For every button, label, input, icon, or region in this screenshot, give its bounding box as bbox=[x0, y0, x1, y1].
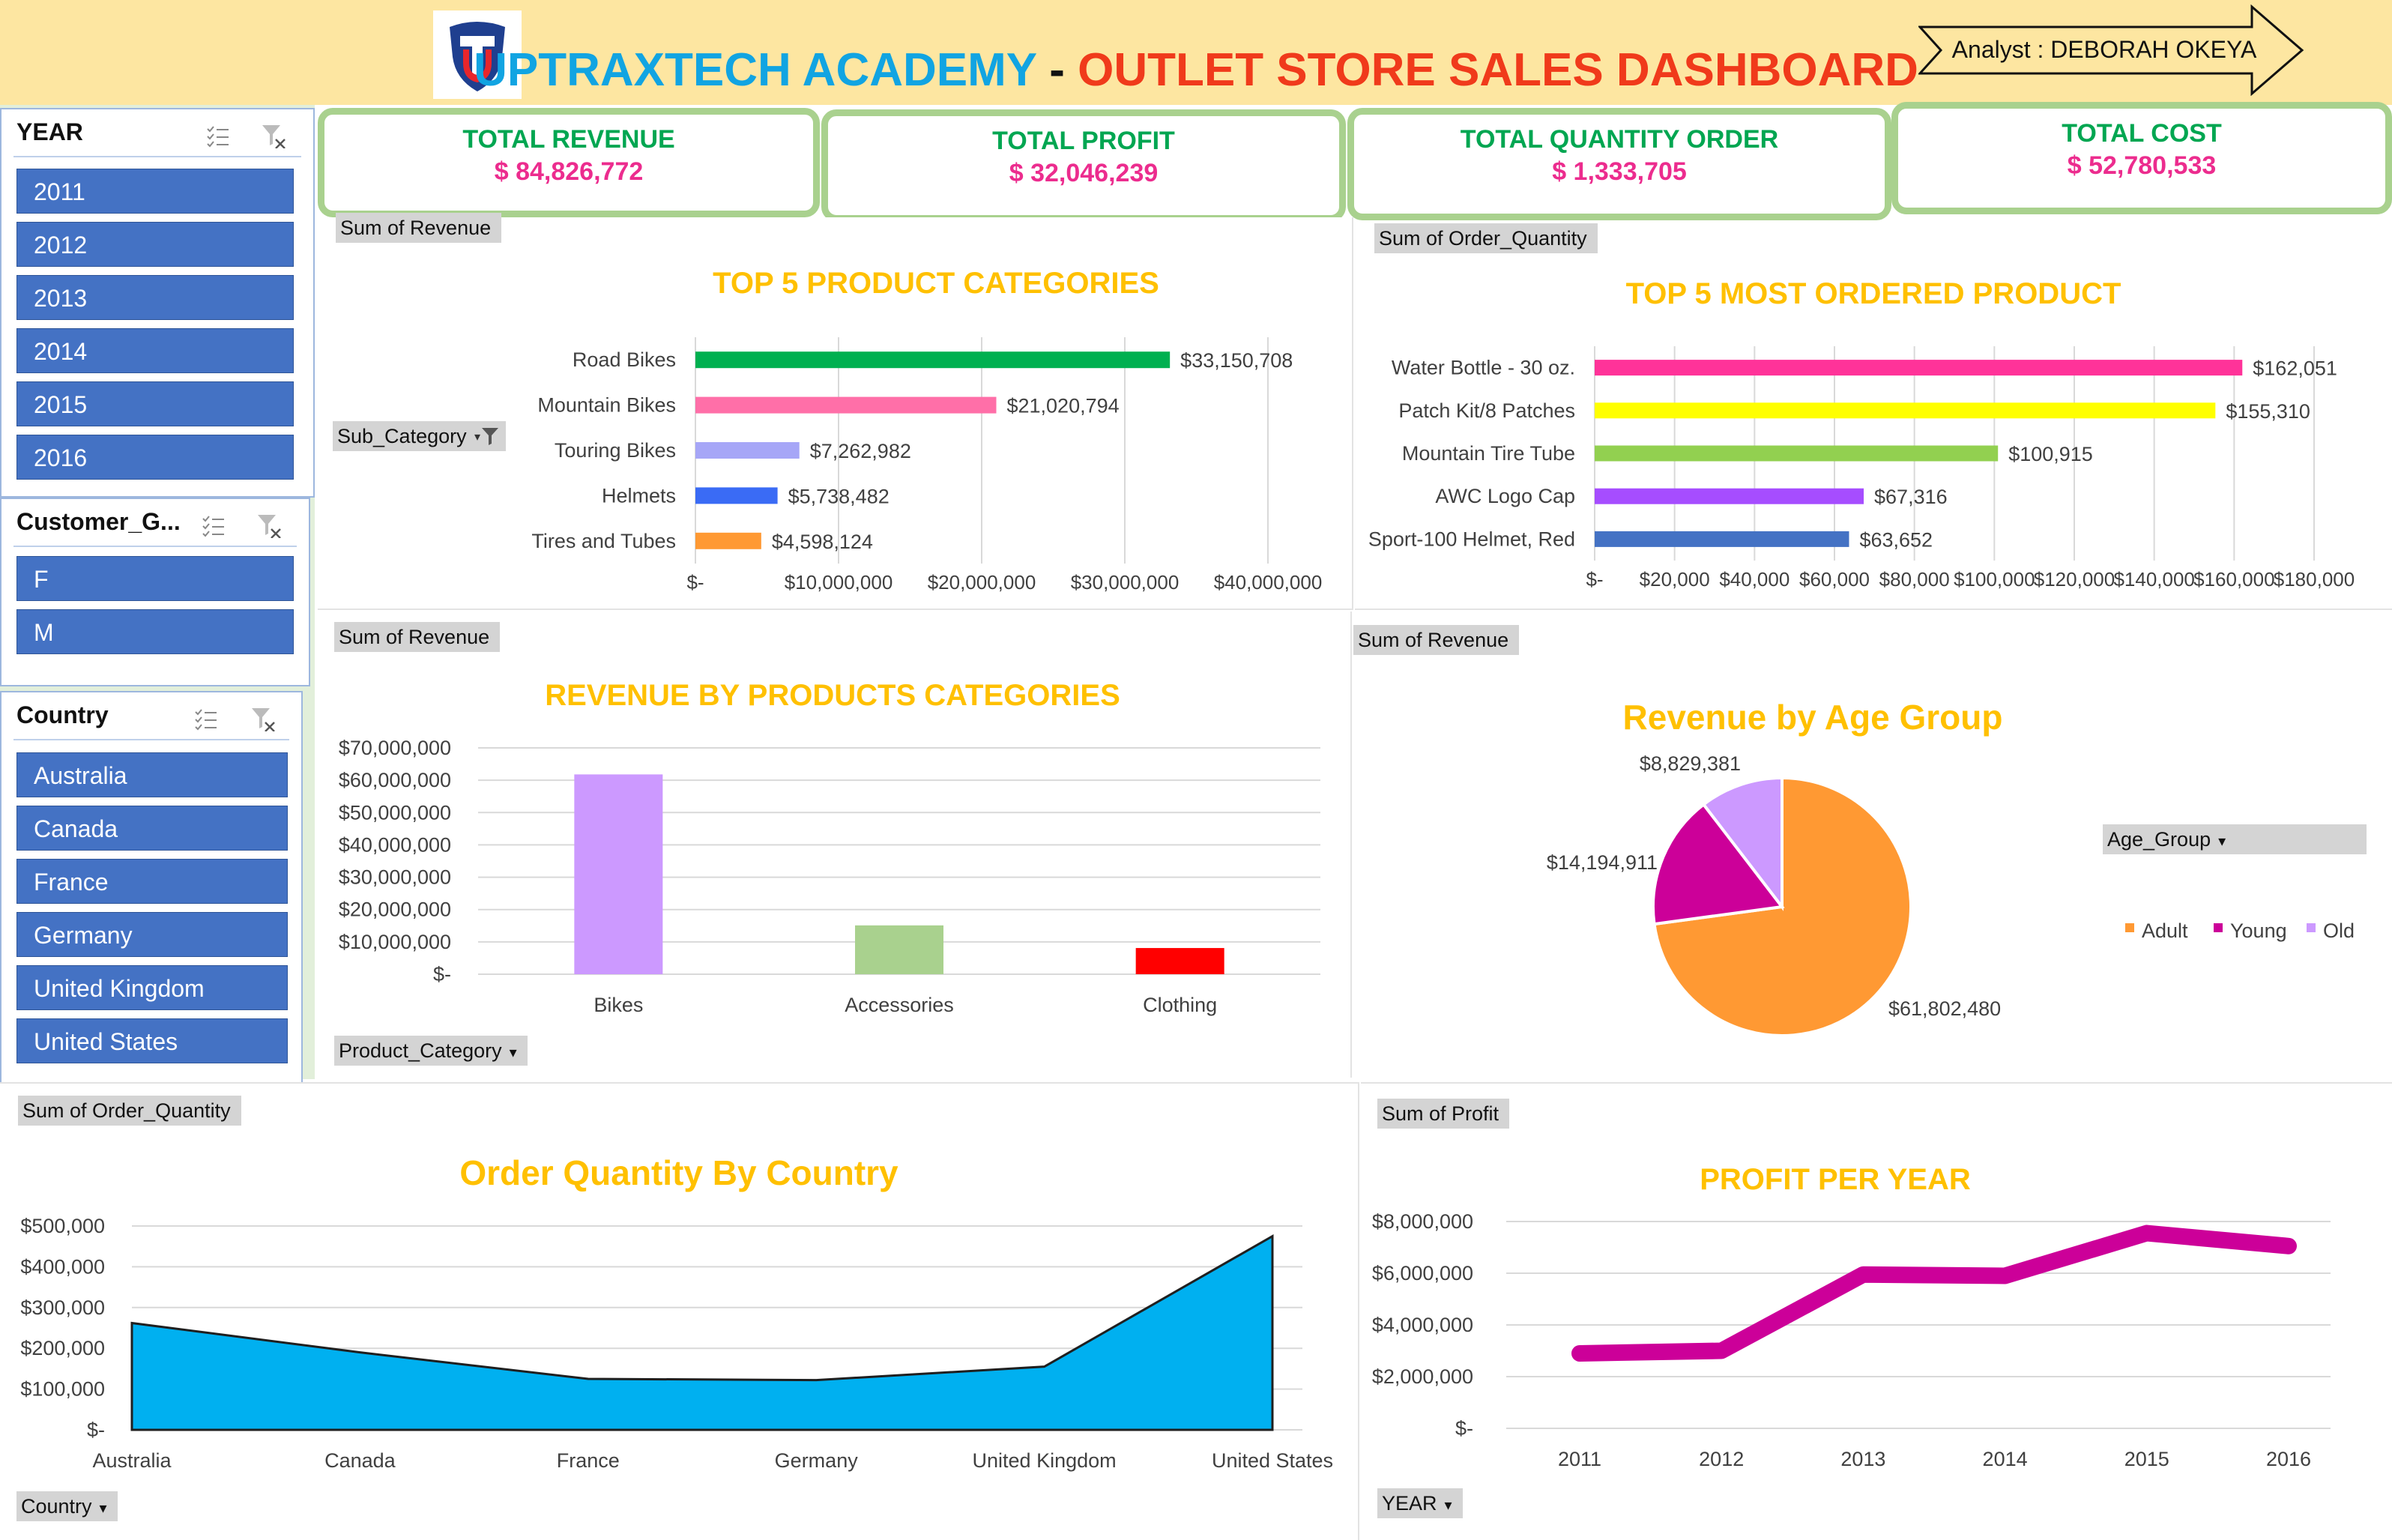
y-tick-label: $20,000,000 bbox=[339, 899, 451, 921]
legend-swatch bbox=[2125, 923, 2134, 932]
data-label: $162,051 bbox=[2253, 357, 2337, 380]
bar bbox=[1595, 360, 2243, 376]
data-label: $8,829,381 bbox=[1640, 752, 1741, 775]
category-label: Water Bottle - 30 oz. bbox=[1392, 357, 1575, 379]
data-label: $4,598,124 bbox=[772, 531, 873, 553]
data-label: $61,802,480 bbox=[1888, 997, 2001, 1020]
bar bbox=[1595, 531, 1849, 547]
y-tick-label: $2,000,000 bbox=[1372, 1365, 1473, 1388]
y-tick-label: $500,000 bbox=[20, 1215, 105, 1237]
data-label: $63,652 bbox=[1859, 528, 1933, 551]
line-series bbox=[1571, 1225, 2297, 1362]
y-tick-label: $70,000,000 bbox=[339, 737, 451, 759]
y-tick-label: $200,000 bbox=[20, 1337, 105, 1359]
y-tick-label: $40,000,000 bbox=[339, 833, 451, 856]
category-label: Mountain Tire Tube bbox=[1402, 442, 1575, 465]
bar bbox=[574, 774, 663, 974]
category-label: United Kingdom bbox=[973, 1449, 1117, 1472]
y-tick-label: $- bbox=[87, 1419, 105, 1441]
y-tick-label: $- bbox=[433, 963, 451, 985]
category-label: Mountain Bikes bbox=[537, 394, 676, 417]
data-label: $7,262,982 bbox=[810, 440, 911, 462]
x-tick-label: $20,000,000 bbox=[928, 571, 1036, 594]
x-tick-label: $160,000 bbox=[2193, 568, 2274, 591]
bar bbox=[695, 396, 997, 414]
category-label: 2014 bbox=[1983, 1448, 2028, 1470]
category-label: Accessories bbox=[845, 994, 954, 1016]
y-tick-label: $400,000 bbox=[20, 1255, 105, 1278]
category-label: Australia bbox=[92, 1449, 172, 1472]
data-label: $5,738,482 bbox=[788, 485, 890, 507]
x-tick-label: $40,000 bbox=[1719, 568, 1790, 591]
x-tick-label: $10,000,000 bbox=[785, 571, 893, 594]
data-label: $67,316 bbox=[1874, 486, 1948, 508]
x-tick-label: $60,000 bbox=[1799, 568, 1870, 591]
x-tick-label: $30,000,000 bbox=[1071, 571, 1180, 594]
charts-layer: $- $10,000,000 $20,000,000 $30,000,000 $40,0… bbox=[20, 337, 2355, 1472]
category-label: 2013 bbox=[1840, 1448, 1885, 1470]
data-label: $100,915 bbox=[2008, 443, 2093, 465]
x-tick-label: $40,000,000 bbox=[1214, 571, 1323, 594]
bar bbox=[695, 442, 800, 459]
category-label: France bbox=[557, 1449, 620, 1472]
bar bbox=[855, 925, 943, 974]
bar bbox=[1595, 402, 2216, 419]
area-series bbox=[130, 1234, 1274, 1431]
category-label: Tires and Tubes bbox=[531, 530, 676, 552]
y-tick-label: $50,000,000 bbox=[339, 801, 451, 824]
category-label: Road Bikes bbox=[573, 348, 676, 371]
category-label: AWC Logo Cap bbox=[1435, 485, 1575, 507]
category-label: Germany bbox=[775, 1449, 859, 1472]
category-label: United States bbox=[1212, 1449, 1333, 1472]
x-tick-label: $80,000 bbox=[1879, 568, 1950, 591]
y-tick-label: $4,000,000 bbox=[1372, 1314, 1473, 1336]
category-label: Touring Bikes bbox=[555, 439, 676, 462]
category-label: 2016 bbox=[2266, 1448, 2311, 1470]
x-tick-label: $- bbox=[686, 571, 704, 594]
bar bbox=[1595, 488, 1864, 504]
bar bbox=[1135, 948, 1224, 974]
y-tick-label: $30,000,000 bbox=[339, 866, 451, 889]
x-tick-label: $140,000 bbox=[2113, 568, 2194, 591]
y-tick-label: $60,000,000 bbox=[339, 769, 451, 791]
legend-swatch bbox=[2214, 923, 2223, 932]
y-tick-label: $10,000,000 bbox=[339, 931, 451, 953]
y-tick-label: $8,000,000 bbox=[1372, 1210, 1473, 1233]
category-label: Clothing bbox=[1143, 994, 1217, 1016]
legend-label: Adult bbox=[2142, 920, 2188, 942]
y-tick-label: $100,000 bbox=[20, 1378, 105, 1401]
category-label: Sport-100 Helmet, Red bbox=[1368, 528, 1575, 550]
category-label: Helmets bbox=[602, 484, 676, 507]
legend-label: Young bbox=[2230, 920, 2287, 942]
category-label: 2015 bbox=[2124, 1448, 2169, 1470]
x-tick-label: $- bbox=[1586, 568, 1603, 591]
x-tick-label: $100,000 bbox=[1954, 568, 2035, 591]
category-label: 2011 bbox=[1558, 1448, 1601, 1470]
bar bbox=[695, 351, 1171, 369]
x-tick-label: $120,000 bbox=[2034, 568, 2115, 591]
legend-label: Old bbox=[2323, 920, 2355, 942]
data-label: $33,150,708 bbox=[1180, 349, 1293, 372]
bar bbox=[695, 487, 778, 504]
category-label: Patch Kit/8 Patches bbox=[1398, 399, 1575, 422]
data-label: $14,194,911 bbox=[1547, 851, 1658, 874]
category-label: 2012 bbox=[1699, 1448, 1744, 1470]
bar bbox=[1595, 445, 1999, 462]
category-label: Bikes bbox=[594, 994, 643, 1016]
data-label: $21,020,794 bbox=[1006, 395, 1119, 417]
y-tick-label: $6,000,000 bbox=[1372, 1262, 1473, 1284]
y-tick-label: $- bbox=[1455, 1417, 1473, 1440]
y-tick-label: $300,000 bbox=[20, 1296, 105, 1319]
x-tick-label: $20,000 bbox=[1640, 568, 1710, 591]
bar bbox=[695, 532, 761, 549]
legend-swatch bbox=[2307, 923, 2316, 932]
data-label: $155,310 bbox=[2226, 400, 2310, 423]
category-label: Canada bbox=[324, 1449, 396, 1472]
x-tick-label: $180,000 bbox=[2274, 568, 2355, 591]
